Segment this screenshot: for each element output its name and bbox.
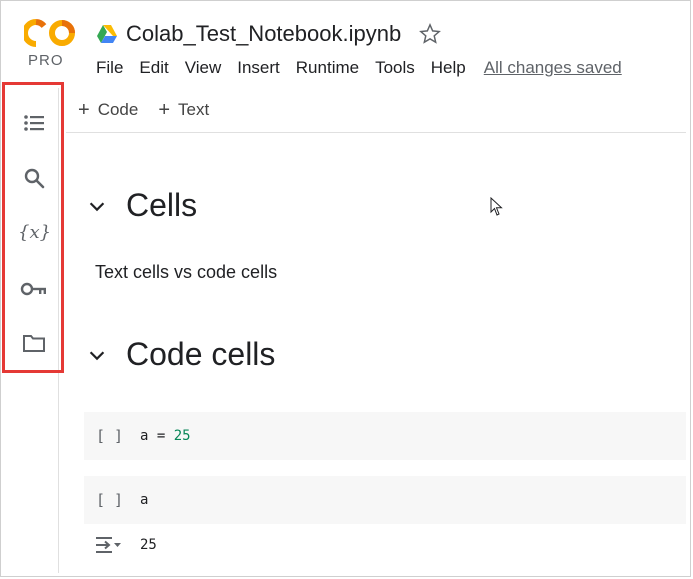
google-drive-icon[interactable]: [96, 24, 118, 44]
plus-icon: +: [78, 98, 90, 121]
menu-edit[interactable]: Edit: [139, 58, 168, 78]
add-code-label: Code: [97, 100, 139, 119]
output-menu-icon[interactable]: [94, 534, 122, 556]
text-cell[interactable]: Text cells vs code cells: [95, 262, 277, 283]
cell-output: 25: [84, 528, 157, 562]
star-icon[interactable]: [419, 23, 442, 45]
section-heading: Cells: [126, 187, 198, 223]
menu-help[interactable]: Help: [431, 58, 466, 78]
run-cell-button[interactable]: [ ]: [96, 491, 140, 509]
menu-bar: File Edit View Insert Runtime Tools Help…: [96, 58, 638, 78]
add-text-button[interactable]: + Text: [158, 99, 209, 122]
menu-insert[interactable]: Insert: [237, 58, 280, 78]
code-number-literal: 25: [173, 428, 191, 444]
save-status[interactable]: All changes saved: [484, 58, 622, 78]
notebook-toolbar: + Code + Text: [66, 88, 686, 133]
section-heading: Code cells: [126, 336, 276, 372]
plus-icon: +: [158, 98, 171, 121]
section-cells: Cells: [86, 187, 197, 224]
title-row: Colab_Test_Notebook.ipynb: [96, 19, 442, 49]
code-variable: a: [140, 492, 149, 508]
menu-runtime[interactable]: Runtime: [296, 58, 359, 78]
code-variable: a: [140, 428, 149, 444]
code-operator: =: [148, 428, 174, 444]
menu-view[interactable]: View: [185, 58, 222, 78]
chevron-down-icon[interactable]: [86, 344, 108, 366]
sidebar-highlight-box: [2, 82, 64, 373]
menu-tools[interactable]: Tools: [375, 58, 415, 78]
notebook-title[interactable]: Colab_Test_Notebook.ipynb: [126, 21, 401, 47]
mouse-pointer-icon: [490, 197, 503, 216]
output-text: 25: [140, 537, 157, 553]
code-cell[interactable]: [ ] a: [84, 476, 686, 524]
section-code-cells: Code cells: [86, 336, 275, 373]
code-cell[interactable]: [ ] a = 25: [84, 412, 686, 460]
menu-file[interactable]: File: [96, 58, 123, 78]
pro-badge: PRO: [28, 52, 64, 69]
chevron-down-icon[interactable]: [86, 195, 108, 217]
add-text-label: Text: [178, 100, 210, 119]
run-cell-button[interactable]: [ ]: [96, 427, 140, 445]
add-code-button[interactable]: + Code: [78, 99, 138, 122]
colab-logo[interactable]: [24, 18, 76, 48]
